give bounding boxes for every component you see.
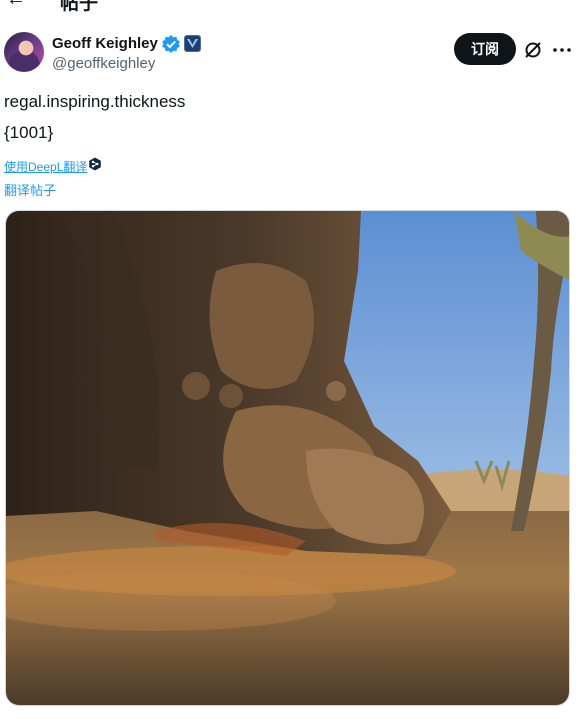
tweet-text-line-2: {1001}	[4, 123, 54, 142]
sculpture-photo	[6, 211, 569, 705]
author-name[interactable]: Geoff Keighley	[52, 35, 158, 52]
translate-post-link[interactable]: 翻译帖子	[4, 180, 56, 199]
tweet-image[interactable]	[5, 210, 570, 706]
deepl-icon[interactable]	[88, 157, 102, 171]
affiliate-logo-icon[interactable]	[184, 35, 201, 52]
more-icon[interactable]	[551, 39, 573, 61]
author-handle[interactable]: @geoffkeighley	[52, 55, 155, 72]
page-title: 帖子	[60, 0, 99, 12]
deepl-translate-link[interactable]: 使用DeepL翻译	[4, 158, 87, 175]
grok-icon[interactable]	[522, 39, 544, 61]
tweet-text-line-1: regal.inspiring.thickness	[4, 92, 186, 111]
avatar[interactable]	[4, 32, 44, 72]
back-arrow-icon[interactable]: ←	[6, 0, 26, 11]
verified-badge-icon	[162, 35, 180, 53]
subscribe-button[interactable]: 订阅	[454, 33, 516, 65]
top-bar: ← 帖子	[0, 0, 587, 12]
